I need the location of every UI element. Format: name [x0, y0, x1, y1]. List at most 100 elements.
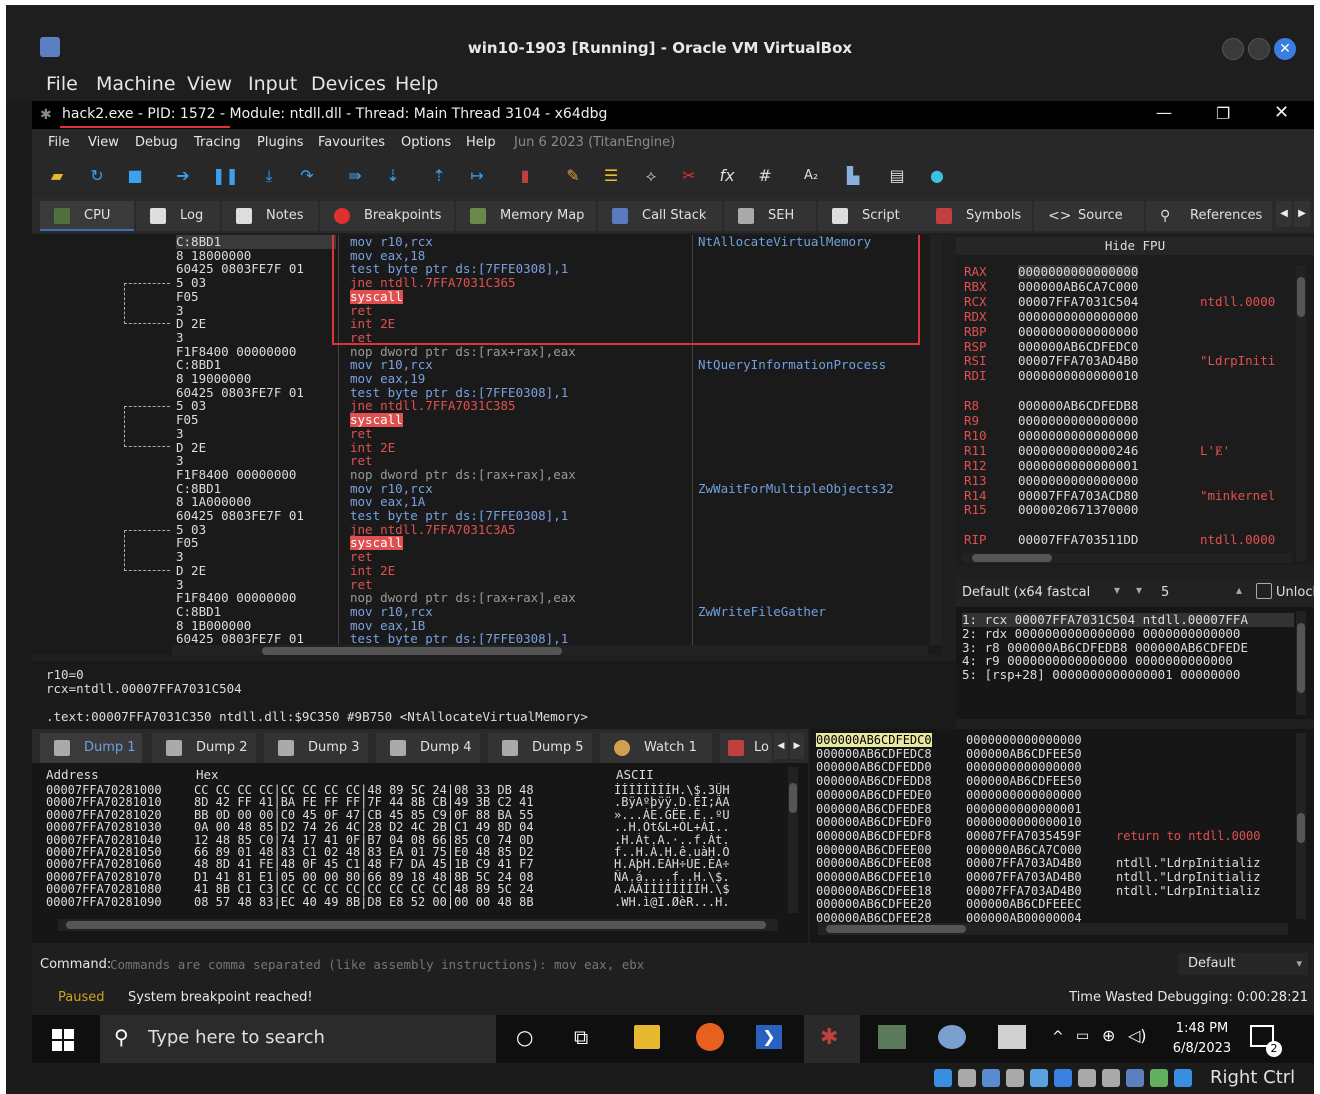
command-mode-select[interactable]: Default ▾ — [1178, 953, 1308, 975]
vbox-menu-machine[interactable]: Machine — [96, 73, 176, 95]
stack-hscroll[interactable] — [818, 923, 1288, 935]
tab-dump-1[interactable]: Dump 1 — [40, 733, 142, 763]
register-name[interactable]: R8 — [964, 399, 979, 413]
stack-value[interactable]: 000000AB6CDFEEEC — [966, 897, 1082, 911]
tab-dump-4[interactable]: Dump 4 — [376, 733, 480, 763]
tab-locals[interactable]: Lo — [720, 733, 772, 763]
volume-icon[interactable]: ◁) — [1128, 1026, 1147, 1045]
tab-breakpoints[interactable]: Breakpoints — [320, 201, 454, 231]
tab-dump-2[interactable]: Dump 2 — [152, 733, 256, 763]
stop-icon[interactable]: ■ — [126, 167, 144, 185]
register-value[interactable]: 000000AB6CDFEDC0 — [1018, 339, 1138, 354]
register-value[interactable]: 0000000000000246 — [1018, 443, 1138, 458]
label-icon[interactable]: ☰ — [602, 167, 620, 185]
register-name[interactable]: RAX — [964, 265, 987, 279]
hex-address[interactable]: 00007FFA70281090 — [46, 895, 162, 909]
tab-references[interactable]: ⚲ References — [1146, 201, 1272, 231]
vbox-device-icon[interactable] — [958, 1069, 976, 1087]
tab-symbols[interactable]: Symbols — [922, 201, 1032, 231]
vbox-device-icon[interactable] — [1054, 1069, 1072, 1087]
run-icon[interactable]: ➔ — [174, 167, 192, 185]
register-name[interactable]: R14 — [964, 488, 987, 503]
fx-icon[interactable]: fx — [718, 167, 736, 185]
register-value[interactable]: 0000000000000000 — [1018, 414, 1138, 428]
register-name[interactable]: R9 — [964, 414, 979, 428]
trace-over-icon[interactable]: ⇣ — [384, 167, 402, 185]
app-icon-2[interactable] — [938, 1025, 966, 1049]
register-value[interactable]: 000000AB6CA7C000 — [1018, 279, 1138, 294]
tray-chevron-icon[interactable]: ^ — [1052, 1029, 1064, 1045]
stack-value[interactable]: 0000000000000000 — [966, 788, 1082, 802]
menu-file[interactable]: File — [48, 135, 70, 150]
hex-bytes[interactable]: 08 57 48 83|EC 40 49 8B|D8 E8 52 00|00 0… — [194, 895, 534, 909]
open-icon[interactable]: ▰ — [48, 167, 66, 185]
stack-value[interactable]: 000000AB6CA7C000 — [966, 843, 1082, 857]
argument-row[interactable]: 4: r9 0000000000000000 0000000000000 — [962, 654, 1294, 668]
clock-date[interactable]: 6/8/2023 — [1172, 1041, 1232, 1056]
arguments-panel[interactable]: 1: rcx 00007FFA7031C504 ntdll.00007FFA 2:… — [956, 607, 1314, 719]
register-name[interactable]: RSI — [964, 354, 987, 368]
file-explorer-icon[interactable] — [634, 1025, 660, 1049]
stack-vscroll[interactable] — [1296, 733, 1306, 919]
stack-view[interactable]: 000000AB6CDFEDC0 0000000000000000 000000AB… — [810, 729, 1314, 943]
stack-value[interactable]: 00007FFA703AD4B0 — [966, 884, 1082, 898]
tab-dump-5[interactable]: Dump 5 — [488, 733, 592, 763]
regs-hscroll[interactable] — [962, 553, 1292, 563]
vbox-device-icon[interactable] — [1126, 1069, 1144, 1087]
tab-log[interactable]: Log — [136, 201, 220, 231]
register-value[interactable]: 0000000000000000 — [1018, 265, 1139, 279]
stack-address[interactable]: 000000AB6CDFEE08 — [816, 856, 932, 870]
register-value[interactable]: 00007FFA703AD4B0 — [1018, 354, 1138, 368]
step-into-icon[interactable]: ⤓ — [260, 167, 278, 185]
disassembly-view[interactable]: C:8BD1 mov r10,rcx NtAllocateVirtualMemory… — [32, 235, 942, 655]
vbox-device-icon[interactable] — [1102, 1069, 1120, 1087]
vbox-menu-input[interactable]: Input — [248, 73, 297, 95]
dump-tabs-right-icon[interactable]: ▶ — [790, 733, 804, 759]
font-icon[interactable]: A₂ — [802, 167, 820, 185]
menu-help[interactable]: Help — [466, 135, 496, 150]
vbox-menu-devices[interactable]: Devices — [311, 73, 386, 95]
tab-dump-3[interactable]: Dump 3 — [264, 733, 368, 763]
globe-icon[interactable]: ● — [928, 167, 946, 185]
step-over-icon[interactable]: ↷ — [298, 167, 316, 185]
menu-favourites[interactable]: Favourites — [318, 135, 385, 150]
register-name[interactable]: RCX — [964, 294, 987, 309]
vbox-device-icon[interactable] — [1150, 1069, 1168, 1087]
menu-options[interactable]: Options — [401, 135, 451, 150]
minimize-icon[interactable] — [1222, 38, 1244, 60]
stack-address[interactable]: 000000AB6CDFEDC0 — [816, 733, 932, 747]
arg-count[interactable]: 5 — [1161, 585, 1169, 600]
firefox-icon[interactable] — [696, 1023, 724, 1051]
argument-row[interactable]: 1: rcx 00007FFA7031C504 ntdll.00007FFA — [962, 613, 1294, 627]
tabs-right-arrow-icon[interactable]: ▶ — [1294, 201, 1310, 227]
app-icon-3[interactable] — [998, 1025, 1026, 1049]
stack-value[interactable]: 0000000000000000 — [966, 760, 1082, 774]
register-value[interactable]: 0000000000000000 — [1018, 473, 1138, 488]
clock-time[interactable]: 1:48 PM — [1172, 1021, 1232, 1036]
battery-icon[interactable]: ▭ — [1076, 1028, 1089, 1044]
stack-address[interactable]: 000000AB6CDFEDE8 — [816, 802, 932, 816]
register-value[interactable]: 000000AB6CDFEDB8 — [1018, 399, 1138, 413]
register-value[interactable]: 00007FFA703ACD80 — [1018, 488, 1138, 503]
task-view-icon[interactable]: ⧉ — [574, 1025, 588, 1049]
callconv-select[interactable]: Default (x64 fastcal — [962, 585, 1090, 600]
execute-till-return-icon[interactable]: ⇡ — [430, 167, 448, 185]
args-vscroll[interactable] — [1296, 611, 1306, 715]
register-value[interactable]: 00007FFA7031C504 — [1018, 294, 1138, 309]
register-name[interactable]: RIP — [964, 533, 987, 547]
close-window-icon[interactable]: ✕ — [1274, 102, 1289, 123]
network-icon[interactable]: ⊕ — [1102, 1026, 1115, 1045]
unlocked-checkbox[interactable] — [1256, 583, 1272, 599]
tab-source[interactable]: <> Source — [1034, 201, 1144, 231]
menu-tracing[interactable]: Tracing — [194, 135, 241, 150]
hash-icon[interactable]: # — [756, 167, 774, 185]
comment-icon[interactable]: ✎ — [564, 167, 582, 185]
stack-address[interactable]: 000000AB6CDFEE18 — [816, 884, 932, 898]
tab-cpu[interactable]: CPU — [40, 201, 134, 231]
stack-address[interactable]: 000000AB6CDFEDD8 — [816, 774, 932, 788]
register-value[interactable]: 0000000000000010 — [1018, 369, 1138, 383]
powershell-icon[interactable]: ❯ — [756, 1025, 782, 1049]
registers-panel[interactable]: Hide FPU RAX 0000000000000000 RBX 000000AB6… — [956, 235, 1314, 565]
stack-value[interactable]: 0000000000000010 — [966, 815, 1082, 829]
stack-value[interactable]: 00007FFA703AD4B0 — [966, 870, 1082, 884]
